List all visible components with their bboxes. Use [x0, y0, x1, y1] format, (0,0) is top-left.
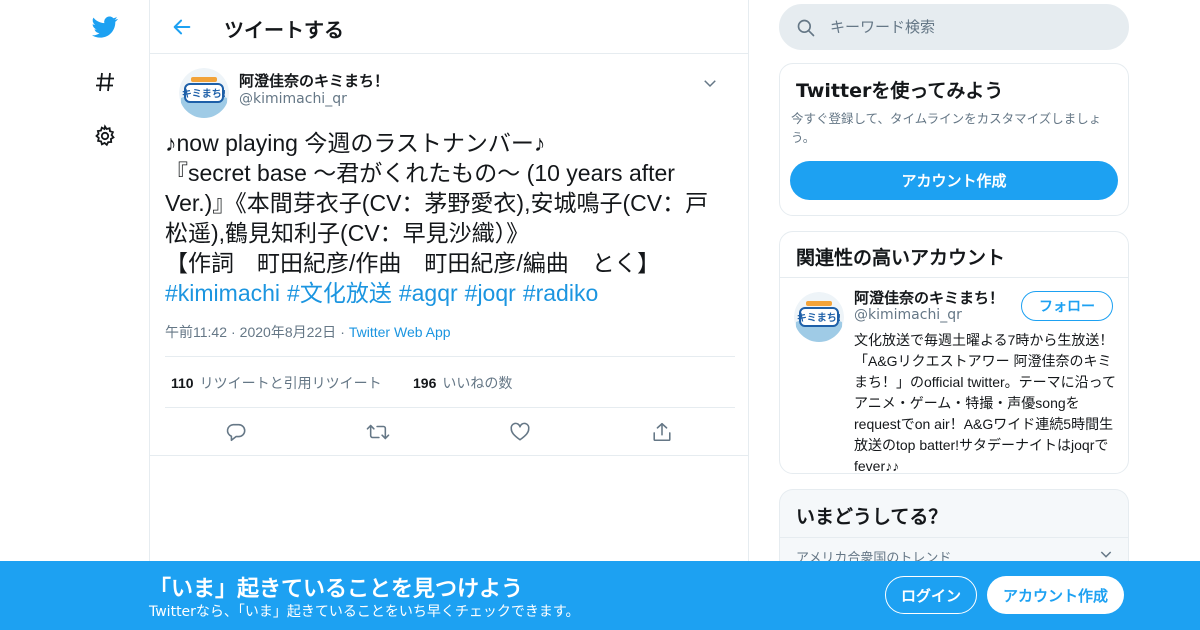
hashtag-link[interactable]: #kimimachi [165, 280, 280, 306]
tweet-text-line: ♪now playing 今週のラストナンバー♪ [165, 130, 546, 156]
related-account-bio: 文化放送で毎週土曜よる7時から生放送！「A&Gリクエストアワー 阿澄佳奈のキミま… [854, 332, 1116, 474]
tweet-date[interactable]: 2020年8月22日 [240, 324, 337, 340]
trends-card-title: いまどうしてる？ [796, 506, 948, 528]
chevron-down-icon[interactable] [701, 74, 719, 92]
tweet-text: ♪now playing 今週のラストナンバー♪ 『secret base 〜君… [165, 128, 735, 308]
likes-label: いいねの数 [442, 375, 513, 391]
related-accounts-card: 関連性の高いアカウント キミまち! 阿澄佳奈のキミまち！ @kimimachi_… [779, 231, 1129, 474]
tweet-stats: 110 リツイートと引用リツイート 196 いいねの数 [165, 356, 735, 408]
tweet: キミまち! 阿澄佳奈のキミまち！ @kimimachi_qr [150, 66, 748, 126]
login-button[interactable]: ログイン [885, 576, 977, 614]
tweet-source-link[interactable]: Twitter Web App [349, 324, 451, 340]
search-box [779, 4, 1129, 50]
retweet-icon[interactable] [366, 420, 390, 444]
banner-title: 「いま」起きていることを見つけよう [149, 577, 524, 602]
search-input[interactable] [830, 14, 1110, 40]
hashtag-icon[interactable] [90, 67, 120, 97]
related-account-name[interactable]: 阿澄佳奈のキミまち！ [854, 287, 1004, 308]
signup-button[interactable]: アカウント作成 [987, 576, 1124, 614]
hashtag-link[interactable]: #joqr [465, 280, 516, 306]
tweet-text-line: 【作詞 町田紀彦/作曲 町田紀彦/編曲 とく】 [165, 250, 661, 276]
retweets-label: リツイートと引用リツイート [199, 375, 382, 391]
chevron-down-icon[interactable] [1098, 546, 1114, 562]
banner-subtitle: Twitterなら、「いま」起きていることをいち早くチェックできます。 [149, 604, 580, 620]
author-avatar[interactable]: キミまち! [179, 68, 229, 118]
share-icon[interactable] [650, 420, 674, 444]
try-twitter-card: Twitterを使ってみよう 今すぐ登録して、タイムラインをカスタマイズしましょ… [779, 63, 1129, 216]
likes-stat[interactable]: 196 いいねの数 [413, 373, 512, 393]
tweet-author: キミまち! 阿澄佳奈のキミまち！ @kimimachi_qr [165, 66, 733, 126]
create-account-button[interactable]: アカウント作成 [790, 161, 1118, 200]
page-title: ツイートする [224, 18, 344, 42]
search-icon [796, 18, 816, 38]
hashtag-link[interactable]: #agqr [399, 280, 458, 306]
hashtag-link[interactable]: #文化放送 [287, 280, 392, 306]
author-handle: @kimimachi_qr [239, 91, 347, 107]
likes-count: 196 [413, 375, 437, 391]
related-account-handle: @kimimachi_qr [854, 307, 962, 323]
hashtag-link[interactable]: #radiko [523, 280, 598, 306]
twitter-bird-icon[interactable] [90, 12, 120, 42]
try-card-title: Twitterを使ってみよう [796, 80, 1004, 102]
back-arrow-icon[interactable] [168, 13, 196, 41]
page: ツイートする キミまち! 阿澄佳奈のキミまち！ @kimimachi_qr ♪n… [0, 0, 1200, 630]
svg-text:キミまち!: キミまち! [182, 88, 227, 100]
hashtag-list: #kimimachi #文化放送 #agqr #joqr #radiko [165, 278, 735, 308]
reply-icon[interactable] [224, 420, 248, 444]
tweet-text-line: Ver.)』《本間芽衣子(CV：茅野愛衣),安城鳴子(CV：戸 [165, 190, 709, 216]
main-column: ツイートする キミまち! 阿澄佳奈のキミまち！ @kimimachi_qr ♪n… [149, 0, 749, 630]
divider [780, 537, 1128, 538]
tweet-text-line: 松遥),鶴見知利子(CV：早見沙織）》 [165, 220, 530, 246]
related-card-title: 関連性の高いアカウント [796, 247, 1006, 269]
tweet-time[interactable]: 午前11:42 [165, 324, 227, 340]
try-card-description: 今すぐ登録して、タイムラインをカスタマイズしましょう。 [791, 111, 1102, 145]
tweet-actions [150, 408, 748, 456]
main-header: ツイートする [150, 0, 748, 54]
meta-separator: · [231, 324, 236, 340]
meta-separator: · [340, 324, 345, 340]
like-heart-icon[interactable] [508, 420, 532, 444]
related-account-avatar[interactable]: キミまち! [794, 292, 844, 342]
divider [780, 277, 1128, 278]
follow-button[interactable]: フォロー [1021, 291, 1113, 321]
gear-icon[interactable] [90, 121, 120, 151]
retweets-stat[interactable]: 110 リツイートと引用リツイート [171, 373, 382, 393]
author-name[interactable]: 阿澄佳奈のキミまち！ [239, 70, 389, 91]
tweet-meta: 午前11:42 · 2020年8月22日 · Twitter Web App [165, 322, 451, 342]
signup-banner: 「いま」起きていることを見つけよう Twitterなら、「いま」起きていることを… [0, 561, 1200, 630]
tweet-text-line: 『secret base 〜君がくれたもの〜 (10 years after [165, 160, 675, 186]
svg-text:キミまち!: キミまち! [797, 312, 842, 324]
retweets-count: 110 [171, 375, 194, 391]
